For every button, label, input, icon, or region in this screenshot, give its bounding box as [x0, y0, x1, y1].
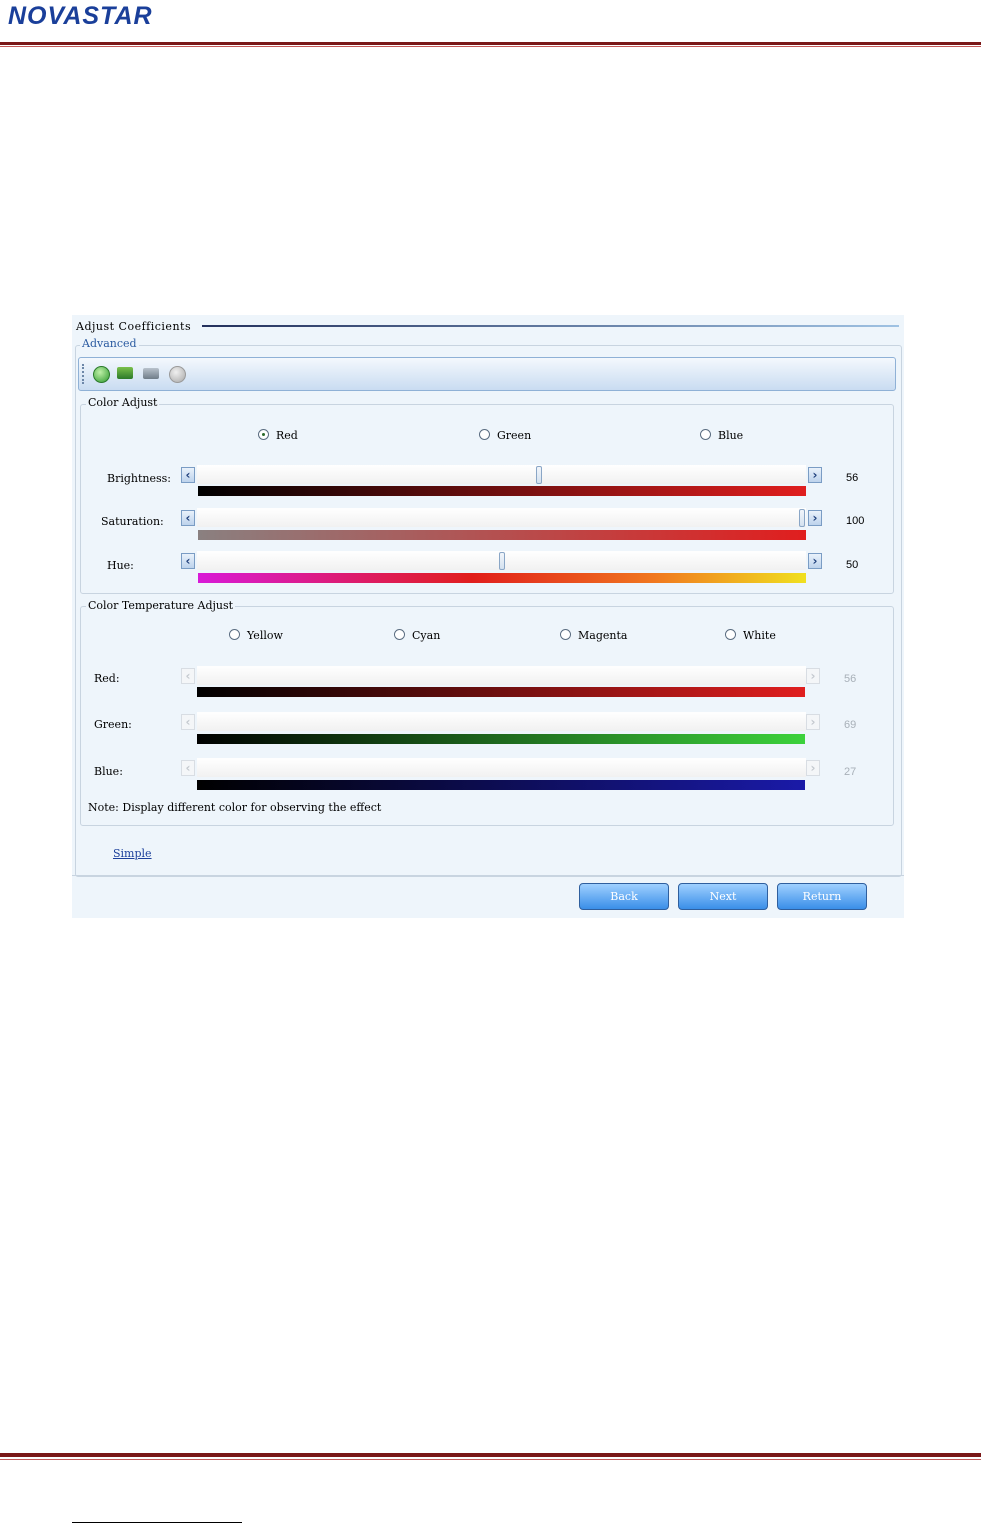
saturation-right-arrow[interactable]: ›	[808, 510, 822, 526]
radio-magenta-label: Magenta	[578, 629, 628, 642]
radio-blue-label: Blue	[718, 429, 744, 442]
note-text: Note: Display different color for observ…	[88, 801, 382, 814]
next-button[interactable]: Next	[678, 883, 768, 910]
temp-blue-label: Blue:	[94, 765, 123, 778]
temp-green-left-arrow[interactable]: ‹	[181, 714, 195, 730]
radio-white[interactable]	[725, 629, 736, 640]
hue-value: 50	[846, 559, 859, 571]
radio-white-label: White	[743, 629, 776, 642]
temp-red-label: Red:	[94, 672, 120, 685]
hue-right-arrow[interactable]: ›	[808, 553, 822, 569]
back-button[interactable]: Back	[579, 883, 669, 910]
header-rule	[0, 42, 981, 45]
temp-red-track[interactable]	[197, 666, 806, 685]
brightness-right-arrow[interactable]: ›	[808, 467, 822, 483]
temp-green-value: 69	[844, 719, 857, 731]
radio-blue[interactable]	[700, 429, 711, 440]
hue-thumb[interactable]	[499, 552, 505, 570]
radio-red[interactable]	[258, 429, 269, 440]
simple-link[interactable]: Simple	[113, 847, 152, 860]
temp-blue-value: 27	[844, 766, 857, 778]
saturation-label: Saturation:	[101, 515, 164, 528]
color-adjust-legend: Color Adjust	[86, 396, 160, 409]
color-temperature-legend: Color Temperature Adjust	[86, 599, 236, 612]
footnote-rule	[72, 1522, 242, 1523]
brightness-track[interactable]	[197, 465, 806, 484]
temp-red-value: 56	[844, 673, 857, 685]
brightness-label: Brightness:	[107, 472, 171, 485]
hue-gradient	[198, 573, 806, 583]
return-button[interactable]: Return	[777, 883, 867, 910]
temp-green-right-arrow[interactable]: ›	[806, 714, 820, 730]
temp-red-gradient	[197, 687, 805, 697]
radio-yellow[interactable]	[229, 629, 240, 640]
temp-blue-gradient	[197, 780, 805, 790]
temp-red-left-arrow[interactable]: ‹	[181, 668, 195, 684]
temp-green-track[interactable]	[197, 712, 806, 731]
temp-green-gradient	[197, 734, 805, 744]
toolbar	[78, 357, 896, 391]
adjust-coefficients-window: Adjust Coefficients Advanced Color Adjus…	[72, 315, 904, 918]
saturation-track[interactable]	[197, 508, 806, 527]
temp-green-label: Green:	[94, 718, 132, 731]
hue-left-arrow[interactable]: ‹	[181, 553, 195, 569]
temp-blue-right-arrow[interactable]: ›	[806, 760, 820, 776]
saturation-value: 100	[846, 515, 865, 527]
header-rule-thin	[0, 46, 981, 47]
title-divider	[202, 325, 899, 327]
radio-magenta[interactable]	[560, 629, 571, 640]
page-title: Adjust Coefficients	[76, 320, 192, 333]
toolbar-grip	[82, 364, 85, 384]
footer-rule	[0, 1453, 981, 1457]
saturation-gradient	[198, 530, 806, 540]
radio-cyan[interactable]	[394, 629, 405, 640]
brightness-value: 56	[846, 472, 859, 484]
edit-icon[interactable]	[143, 368, 159, 379]
radio-cyan-label: Cyan	[412, 629, 441, 642]
radio-red-label: Red	[276, 429, 298, 442]
bottom-divider	[72, 875, 904, 876]
brightness-left-arrow[interactable]: ‹	[181, 467, 195, 483]
radio-green-label: Green	[497, 429, 532, 442]
advanced-legend: Advanced	[80, 337, 139, 350]
refresh-icon[interactable]	[169, 366, 186, 383]
brightness-gradient	[198, 486, 806, 496]
saturation-thumb[interactable]	[799, 509, 805, 527]
radio-yellow-label: Yellow	[247, 629, 283, 642]
radio-green[interactable]	[479, 429, 490, 440]
temp-red-right-arrow[interactable]: ›	[806, 668, 820, 684]
temp-blue-left-arrow[interactable]: ‹	[181, 760, 195, 776]
add-green-icon[interactable]	[93, 366, 110, 383]
temp-blue-track[interactable]	[197, 758, 806, 777]
open-folder-icon[interactable]	[117, 367, 133, 379]
brightness-thumb[interactable]	[536, 466, 542, 484]
hue-label: Hue:	[107, 559, 134, 572]
footer-rule-thin	[0, 1459, 981, 1460]
saturation-left-arrow[interactable]: ‹	[181, 510, 195, 526]
novastar-logo: NOVASTAR	[8, 2, 153, 30]
